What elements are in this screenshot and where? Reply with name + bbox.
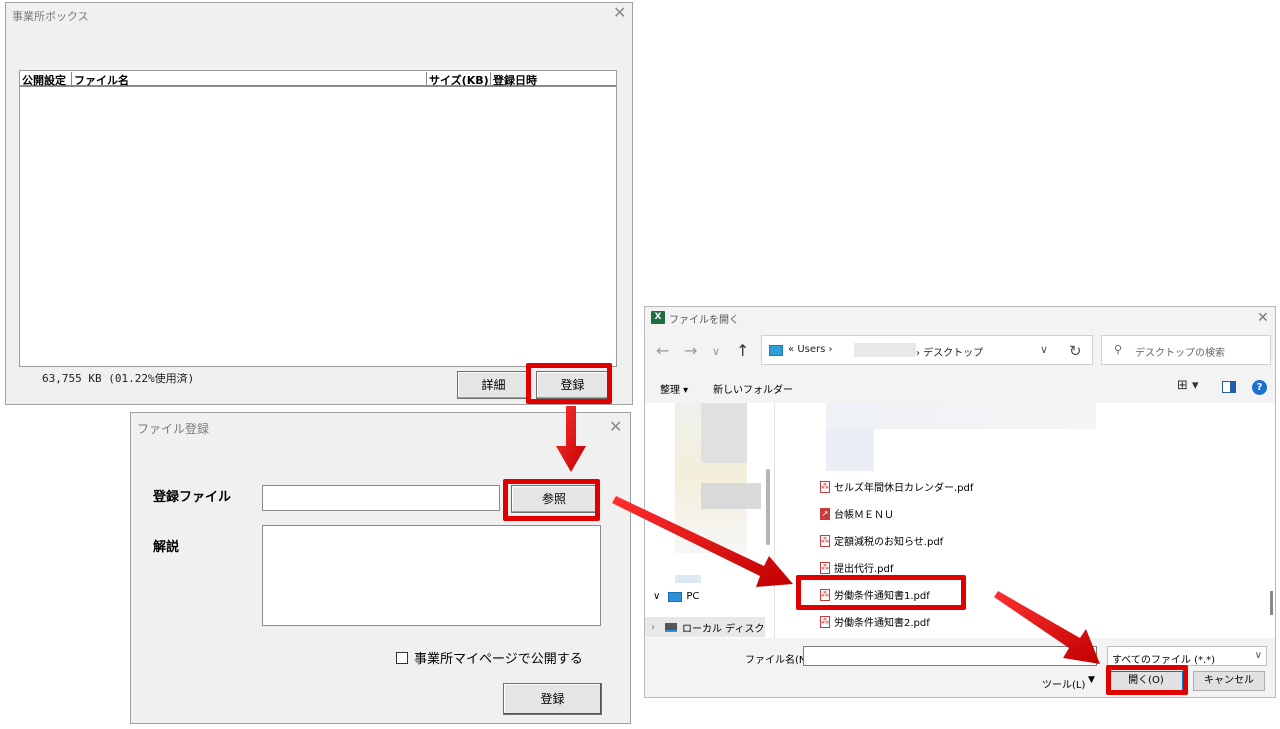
arrow-register-to-browse xyxy=(556,406,586,472)
arrow-file-to-open xyxy=(994,591,1100,664)
annotation-arrows xyxy=(556,406,1100,664)
arrow-browse-to-file xyxy=(612,496,793,587)
